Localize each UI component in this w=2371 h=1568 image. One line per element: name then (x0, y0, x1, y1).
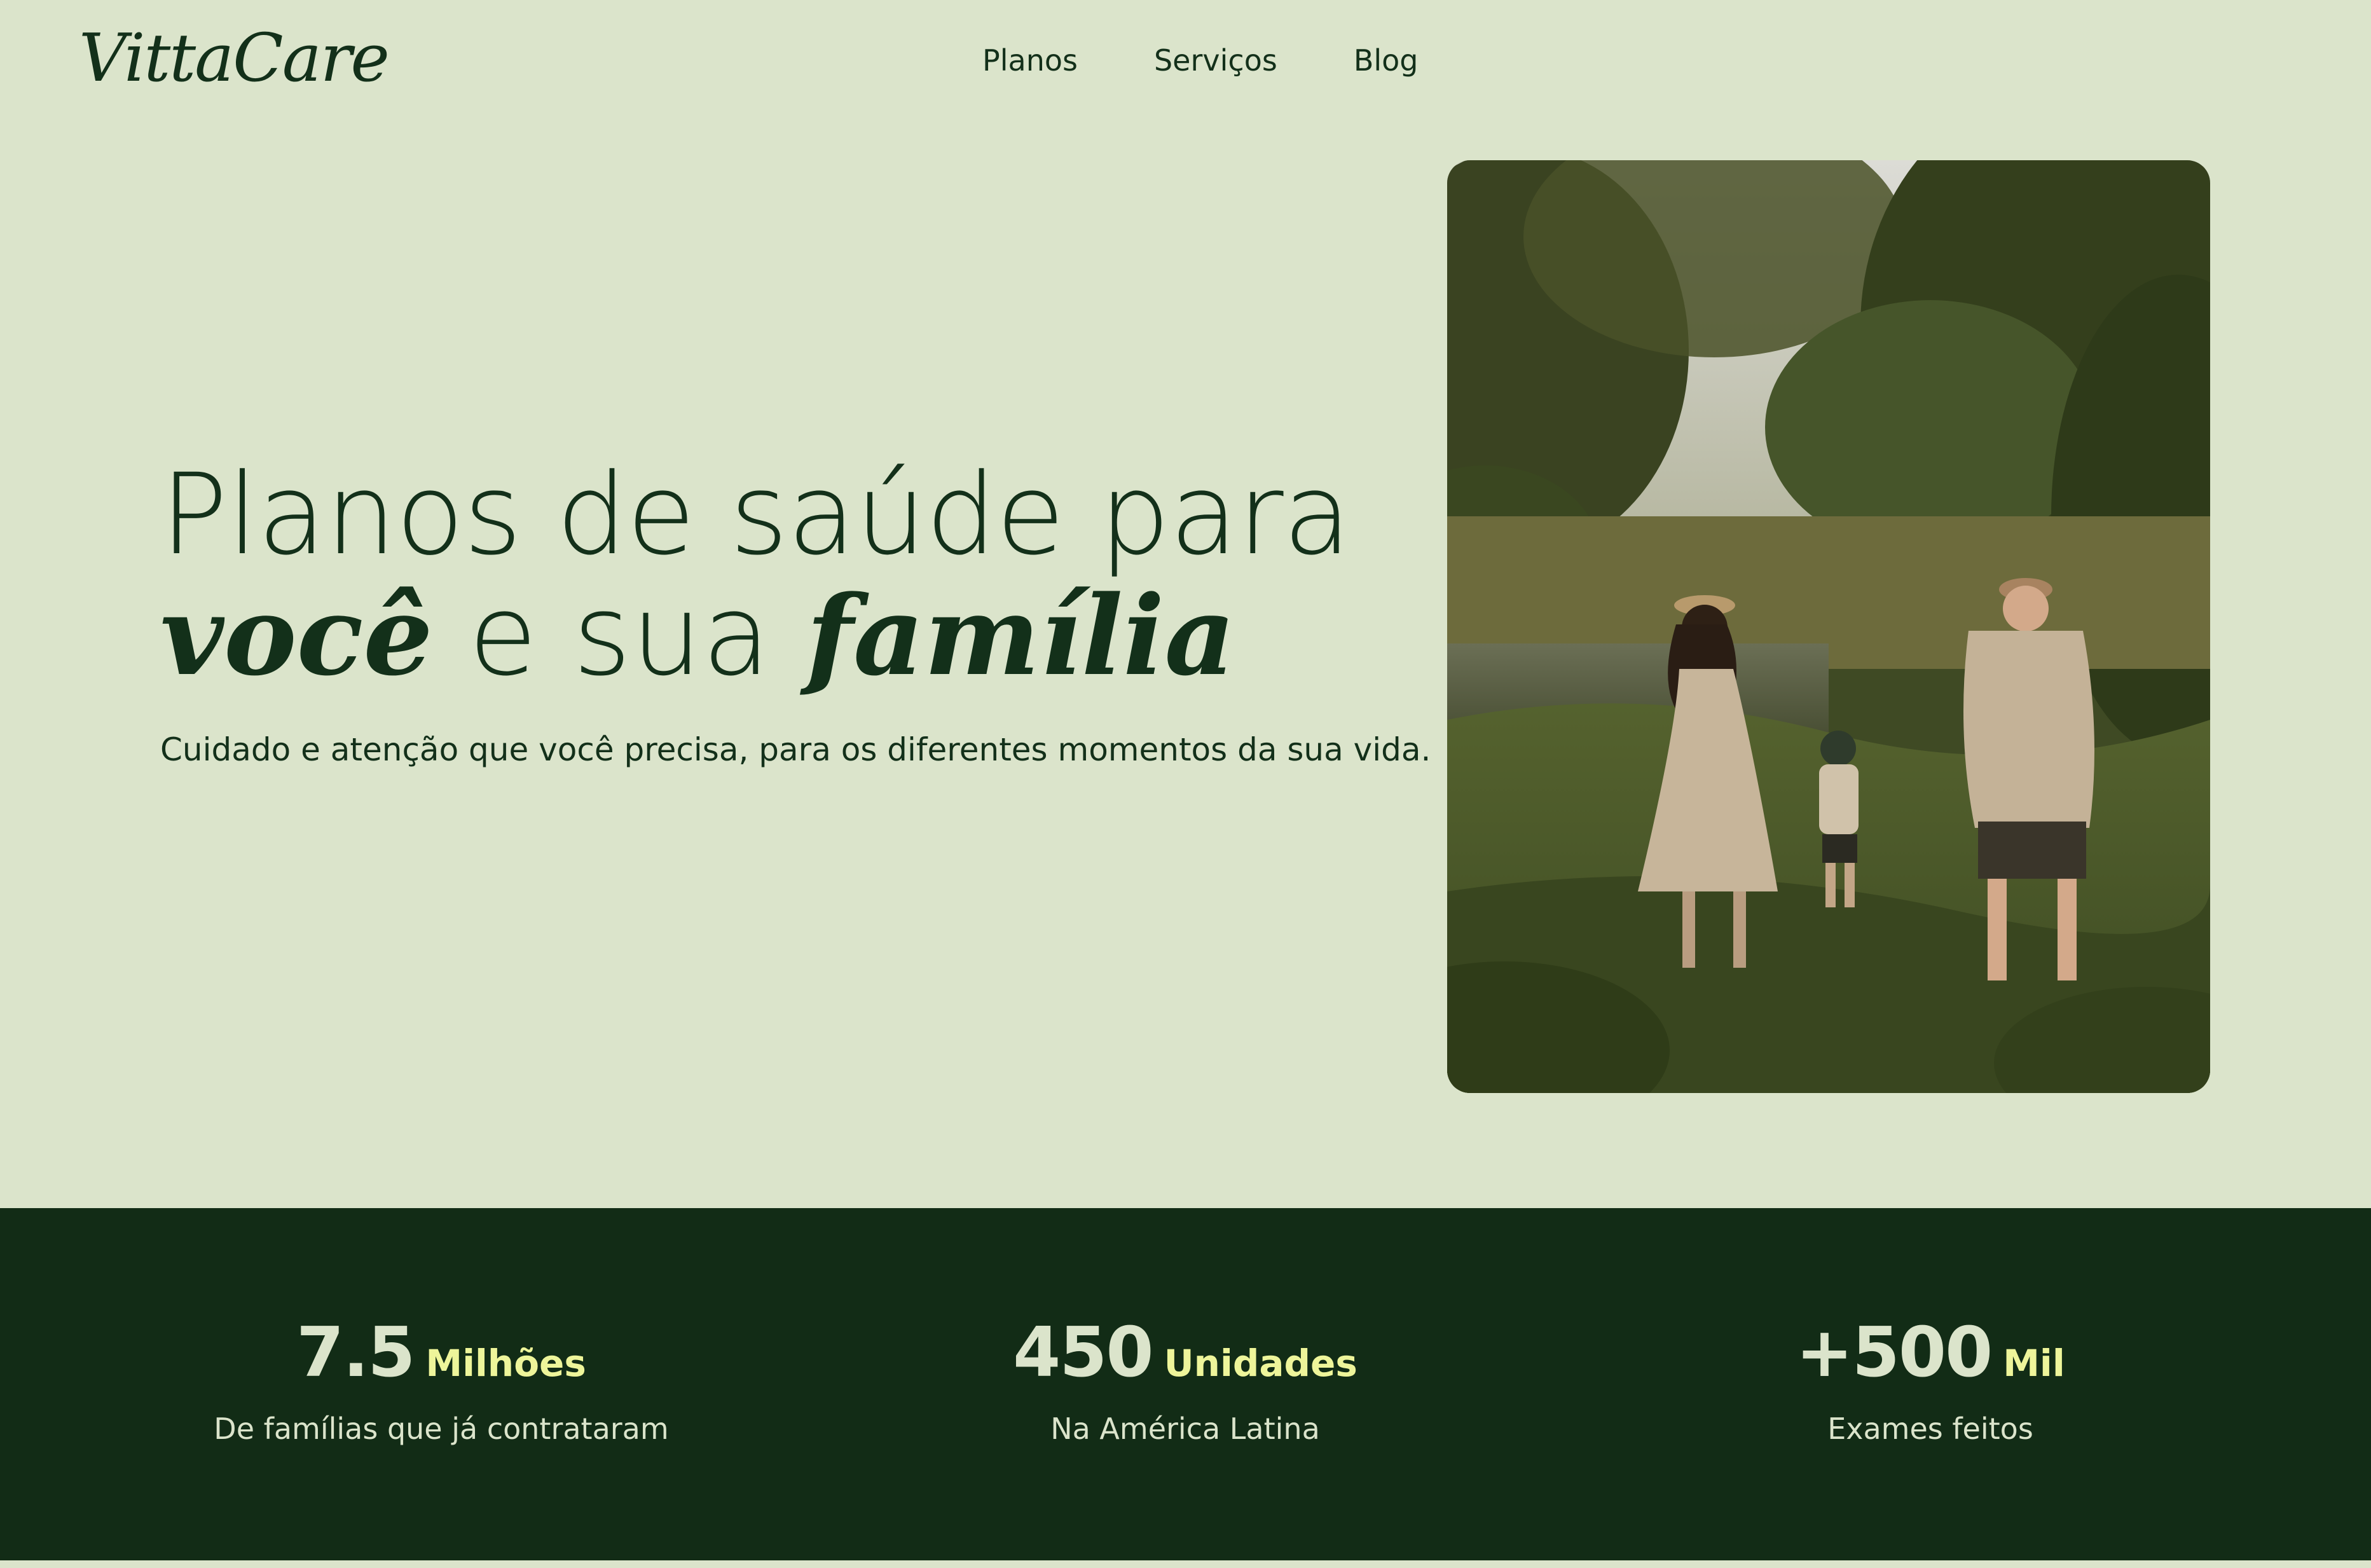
nav-link-servicos[interactable]: Serviços (1154, 43, 1277, 78)
nav-link-blog[interactable]: Blog (1354, 43, 1419, 78)
stat-description: De famílias que já contrataram (214, 1412, 669, 1446)
nav-link-planos[interactable]: Planos (982, 43, 1078, 78)
logo[interactable]: VittaCare (79, 19, 390, 97)
stat-description: Exames feitos (1827, 1412, 2033, 1446)
stat-familias: 7.5 Milhões De famílias que já contratara… (155, 1313, 727, 1446)
stat-number: 7.5 (296, 1313, 415, 1393)
family-photo-illustration (1447, 160, 2210, 1093)
hero-image (1447, 160, 2210, 1093)
hero-subtitle: Cuidado e atenção que você precisa, para… (160, 731, 1431, 768)
main-nav: Planos Serviços Blog (982, 43, 1419, 78)
stat-unit: Mil (2003, 1342, 2065, 1385)
stat-unit: Unidades (1164, 1342, 1357, 1385)
hero-title: Planos de saúde para você e sua família (160, 450, 1352, 727)
hero-title-line1: Planos de saúde para (160, 450, 1352, 580)
footer-divider (0, 1560, 2371, 1568)
stat-unit: Milhões (425, 1342, 586, 1385)
hero-title-line2: você e sua família (160, 575, 1351, 727)
site-header: VittaCare Planos Serviços Blog (0, 0, 2371, 127)
stat-number: +500 (1796, 1313, 1993, 1393)
stat-number: 450 (1013, 1313, 1153, 1393)
stat-exames: +500 Mil Exames feitos (1644, 1313, 2216, 1446)
stat-unidades: 450 Unidades Na América Latina (899, 1313, 1471, 1446)
hero-title-middle: e sua (432, 570, 807, 701)
hero-title-word-familia: família (806, 571, 1235, 700)
stats-section: 7.5 Milhões De famílias que já contratara… (0, 1208, 2371, 1560)
hero-title-word-voce: você (160, 571, 433, 700)
stat-description: Na América Latina (1050, 1412, 1320, 1446)
